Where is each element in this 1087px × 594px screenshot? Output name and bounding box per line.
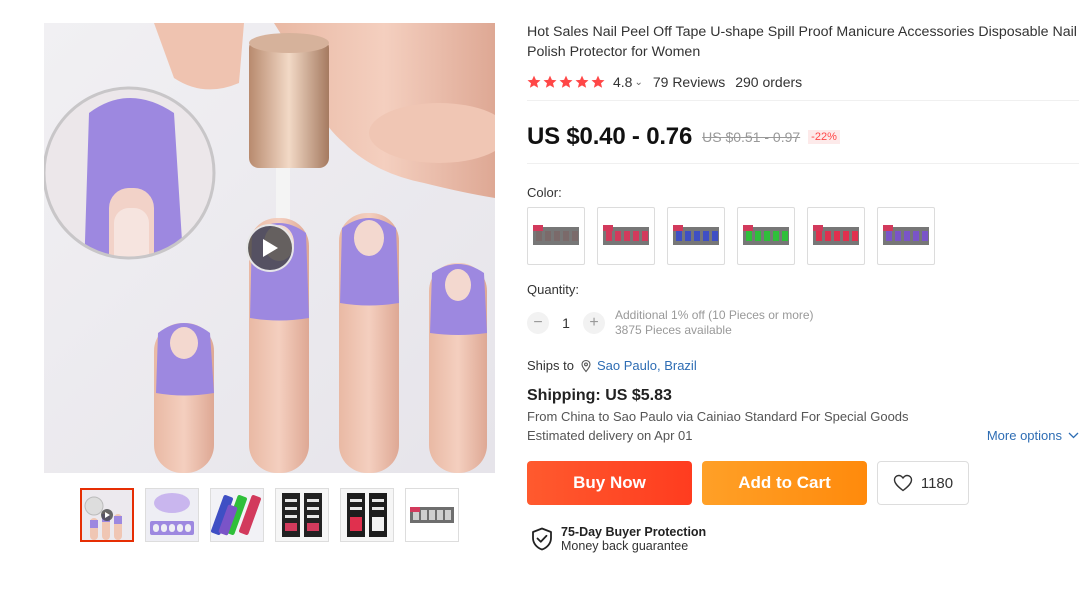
product-title: Hot Sales Nail Peel Off Tape U-shape Spi…	[527, 24, 1077, 60]
star-rating	[527, 75, 605, 89]
more-options-link[interactable]: More options	[987, 428, 1079, 443]
thumbnail-4[interactable]	[275, 488, 329, 542]
protection-text: 75-Day Buyer Protection Money back guara…	[561, 525, 706, 553]
estimated-delivery: Estimated delivery on Apr 01	[527, 428, 693, 443]
star-icon	[527, 75, 541, 88]
thumbnail-image	[276, 489, 328, 541]
thumbnail-image	[146, 489, 198, 541]
thumbnail-6[interactable]	[405, 488, 459, 542]
product-info-panel: Hot Sales Nail Peel Off Tape U-shape Spi…	[527, 23, 1079, 553]
play-icon	[263, 239, 278, 257]
stock-available: 3875 Pieces available	[615, 323, 732, 337]
rating-row: 4.8 ⌄ 79 Reviews 290 orders	[527, 72, 1079, 92]
increase-quantity-button[interactable]: +	[583, 312, 605, 334]
swatch-image	[813, 225, 859, 245]
protection-subtitle: Money back guarantee	[561, 539, 689, 553]
color-swatch-3[interactable]	[667, 207, 725, 265]
divider	[527, 163, 1079, 164]
swatch-image	[533, 225, 579, 245]
add-to-cart-button[interactable]: Add to Cart	[702, 461, 867, 505]
buy-now-button[interactable]: Buy Now	[527, 461, 692, 505]
color-swatch-4[interactable]	[737, 207, 795, 265]
shield-check-icon	[532, 527, 552, 551]
orders-count: 290 orders	[735, 74, 803, 90]
discount-badge: -22%	[808, 130, 840, 144]
color-swatch-6[interactable]	[877, 207, 935, 265]
quantity-stepper: − + Additional 1% off (10 Pieces or more…	[527, 308, 1079, 338]
ships-to-row: Ships to Sao Paulo, Brazil	[527, 358, 1079, 373]
shipping-route: From China to Sao Paulo via Cainiao Stan…	[527, 409, 909, 424]
quantity-input[interactable]	[549, 315, 583, 331]
thumbnail-2[interactable]	[145, 488, 199, 542]
color-swatch-5[interactable]	[807, 207, 865, 265]
swatch-image	[673, 225, 719, 245]
thumbnail-image	[211, 489, 263, 541]
chevron-down-icon	[1068, 432, 1079, 439]
swatch-image	[603, 225, 649, 245]
ships-to-location-link[interactable]: Sao Paulo, Brazil	[597, 358, 697, 373]
decrease-quantity-button[interactable]: −	[527, 312, 549, 334]
quantity-label: Quantity:	[527, 282, 580, 297]
current-price: US $0.40 - 0.76	[527, 123, 693, 150]
thumbnail-1[interactable]	[80, 488, 134, 542]
color-swatches	[527, 207, 1079, 265]
thumbnail-strip	[80, 488, 459, 542]
star-icon	[559, 75, 573, 88]
thumbnail-5[interactable]	[340, 488, 394, 542]
bulk-discount-note: Additional 1% off (10 Pieces or more)	[615, 308, 814, 322]
price-row: US $0.40 - 0.76 US $0.51 - 0.97 -22%	[527, 121, 1079, 153]
thumbnail-image	[341, 489, 393, 541]
thumbnail-image	[406, 489, 458, 541]
delivery-row: Estimated delivery on Apr 01 More option…	[527, 428, 1079, 443]
star-icon	[591, 75, 605, 88]
quantity-notes: Additional 1% off (10 Pieces or more) 38…	[615, 308, 814, 338]
star-icon	[575, 75, 589, 88]
shipping-cost: Shipping: US $5.83	[527, 387, 672, 404]
swatch-image	[883, 225, 929, 245]
more-options-label: More options	[986, 428, 1062, 443]
color-label: Color:	[527, 185, 562, 200]
main-product-image[interactable]	[44, 23, 495, 473]
ships-to-label: Ships to	[527, 358, 574, 373]
thumbnail-image	[82, 490, 132, 540]
color-swatch-2[interactable]	[597, 207, 655, 265]
location-pin-icon	[581, 359, 591, 372]
play-video-button[interactable]	[246, 224, 294, 272]
protection-title: 75-Day Buyer Protection	[561, 525, 707, 539]
divider	[527, 100, 1079, 101]
swatch-image	[743, 225, 789, 245]
chevron-down-icon[interactable]: ⌄	[634, 77, 642, 88]
original-price: US $0.51 - 0.97	[702, 129, 801, 145]
color-swatch-1[interactable]	[527, 207, 585, 265]
thumbnail-3[interactable]	[210, 488, 264, 542]
wishlist-button[interactable]: 1180	[877, 461, 969, 505]
rating-value[interactable]: 4.8	[613, 74, 632, 90]
wishlist-count: 1180	[920, 474, 954, 492]
heart-icon	[893, 474, 913, 492]
star-icon	[543, 75, 557, 88]
purchase-actions: Buy Now Add to Cart 1180	[527, 461, 1079, 505]
buyer-protection: 75-Day Buyer Protection Money back guara…	[531, 525, 1079, 553]
reviews-link[interactable]: 79 Reviews	[653, 74, 725, 90]
